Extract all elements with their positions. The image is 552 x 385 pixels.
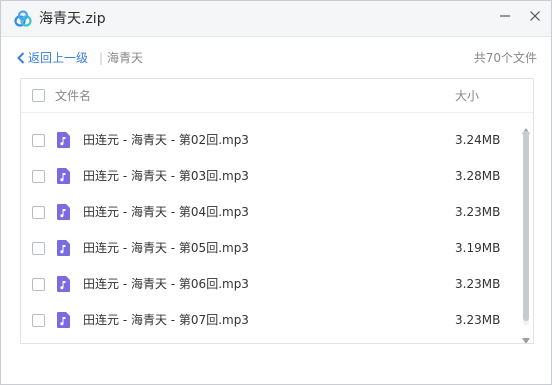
file-row[interactable]: 田连元 - 海青天 - 第02回.mp3 3.24MB bbox=[21, 122, 517, 158]
audio-file-icon bbox=[57, 240, 70, 256]
file-row[interactable]: 田连元 - 海青天 - 第05回.mp3 3.19MB bbox=[21, 230, 517, 266]
minimize-icon[interactable] bbox=[493, 5, 517, 27]
row-checkbox[interactable] bbox=[32, 134, 45, 147]
file-size: 3.24MB bbox=[455, 133, 501, 147]
column-header-name[interactable]: 文件名 bbox=[55, 79, 91, 113]
file-size: 3.23MB bbox=[455, 277, 501, 291]
file-name: 田连元 - 海青天 - 第02回.mp3 bbox=[83, 133, 249, 147]
scroll-thumb[interactable] bbox=[523, 131, 529, 321]
file-size: 3.23MB bbox=[455, 313, 501, 327]
vertical-scrollbar[interactable] bbox=[519, 115, 533, 343]
audio-file-icon bbox=[57, 312, 70, 328]
file-row[interactable]: 田连元 - 海青天 - 第03回.mp3 3.28MB bbox=[21, 158, 517, 194]
file-count: 共70个文件 bbox=[473, 51, 537, 65]
chevron-left-icon bbox=[17, 52, 25, 64]
file-rows: 田连元 - 海青天 - 第02回.mp3 3.24MB 田连元 - 海青天 - … bbox=[21, 122, 517, 338]
archive-preview-window: 海青天.zip 返回上一级 | 海青天 共70个文件 文件名 大小 田连元 - … bbox=[0, 0, 552, 385]
file-list-panel: 文件名 大小 田连元 - 海青天 - 第02回.mp3 3.24MB 田连元 -… bbox=[20, 78, 534, 344]
scroll-down-arrow-icon[interactable] bbox=[522, 329, 530, 343]
row-checkbox[interactable] bbox=[32, 314, 45, 327]
list-header: 文件名 大小 bbox=[21, 79, 533, 113]
file-size: 3.28MB bbox=[455, 169, 501, 183]
file-name: 田连元 - 海青天 - 第07回.mp3 bbox=[83, 313, 249, 327]
audio-file-icon bbox=[57, 276, 70, 292]
back-button[interactable]: 返回上一级 bbox=[17, 47, 88, 69]
row-checkbox[interactable] bbox=[32, 206, 45, 219]
file-name: 田连元 - 海青天 - 第04回.mp3 bbox=[83, 205, 249, 219]
row-checkbox[interactable] bbox=[32, 170, 45, 183]
breadcrumb-separator: | bbox=[99, 51, 104, 65]
breadcrumb: 返回上一级 | 海青天 共70个文件 bbox=[17, 47, 537, 69]
file-size: 3.19MB bbox=[455, 241, 501, 255]
back-label: 返回上一级 bbox=[28, 51, 89, 65]
file-row[interactable]: 田连元 - 海青天 - 第07回.mp3 3.23MB bbox=[21, 302, 517, 338]
audio-file-icon bbox=[57, 204, 70, 220]
close-icon[interactable] bbox=[523, 5, 547, 27]
title-bar: 海青天.zip bbox=[1, 1, 551, 37]
window-title: 海青天.zip bbox=[39, 11, 106, 27]
file-row[interactable]: 田连元 - 海青天 - 第04回.mp3 3.23MB bbox=[21, 194, 517, 230]
file-name: 田连元 - 海青天 - 第03回.mp3 bbox=[83, 169, 249, 183]
audio-file-icon bbox=[57, 132, 70, 148]
file-name: 田连元 - 海青天 - 第05回.mp3 bbox=[83, 241, 249, 255]
audio-file-icon bbox=[57, 168, 70, 184]
file-size: 3.23MB bbox=[455, 205, 501, 219]
row-checkbox[interactable] bbox=[32, 242, 45, 255]
file-row[interactable]: 田连元 - 海青天 - 第06回.mp3 3.23MB bbox=[21, 266, 517, 302]
file-name: 田连元 - 海青天 - 第06回.mp3 bbox=[83, 277, 249, 291]
select-all-checkbox[interactable] bbox=[32, 89, 45, 102]
row-checkbox[interactable] bbox=[32, 278, 45, 291]
baidu-netdisk-logo-icon bbox=[13, 9, 33, 29]
column-header-size[interactable]: 大小 bbox=[455, 79, 479, 113]
breadcrumb-current-folder: 海青天 bbox=[107, 51, 144, 65]
